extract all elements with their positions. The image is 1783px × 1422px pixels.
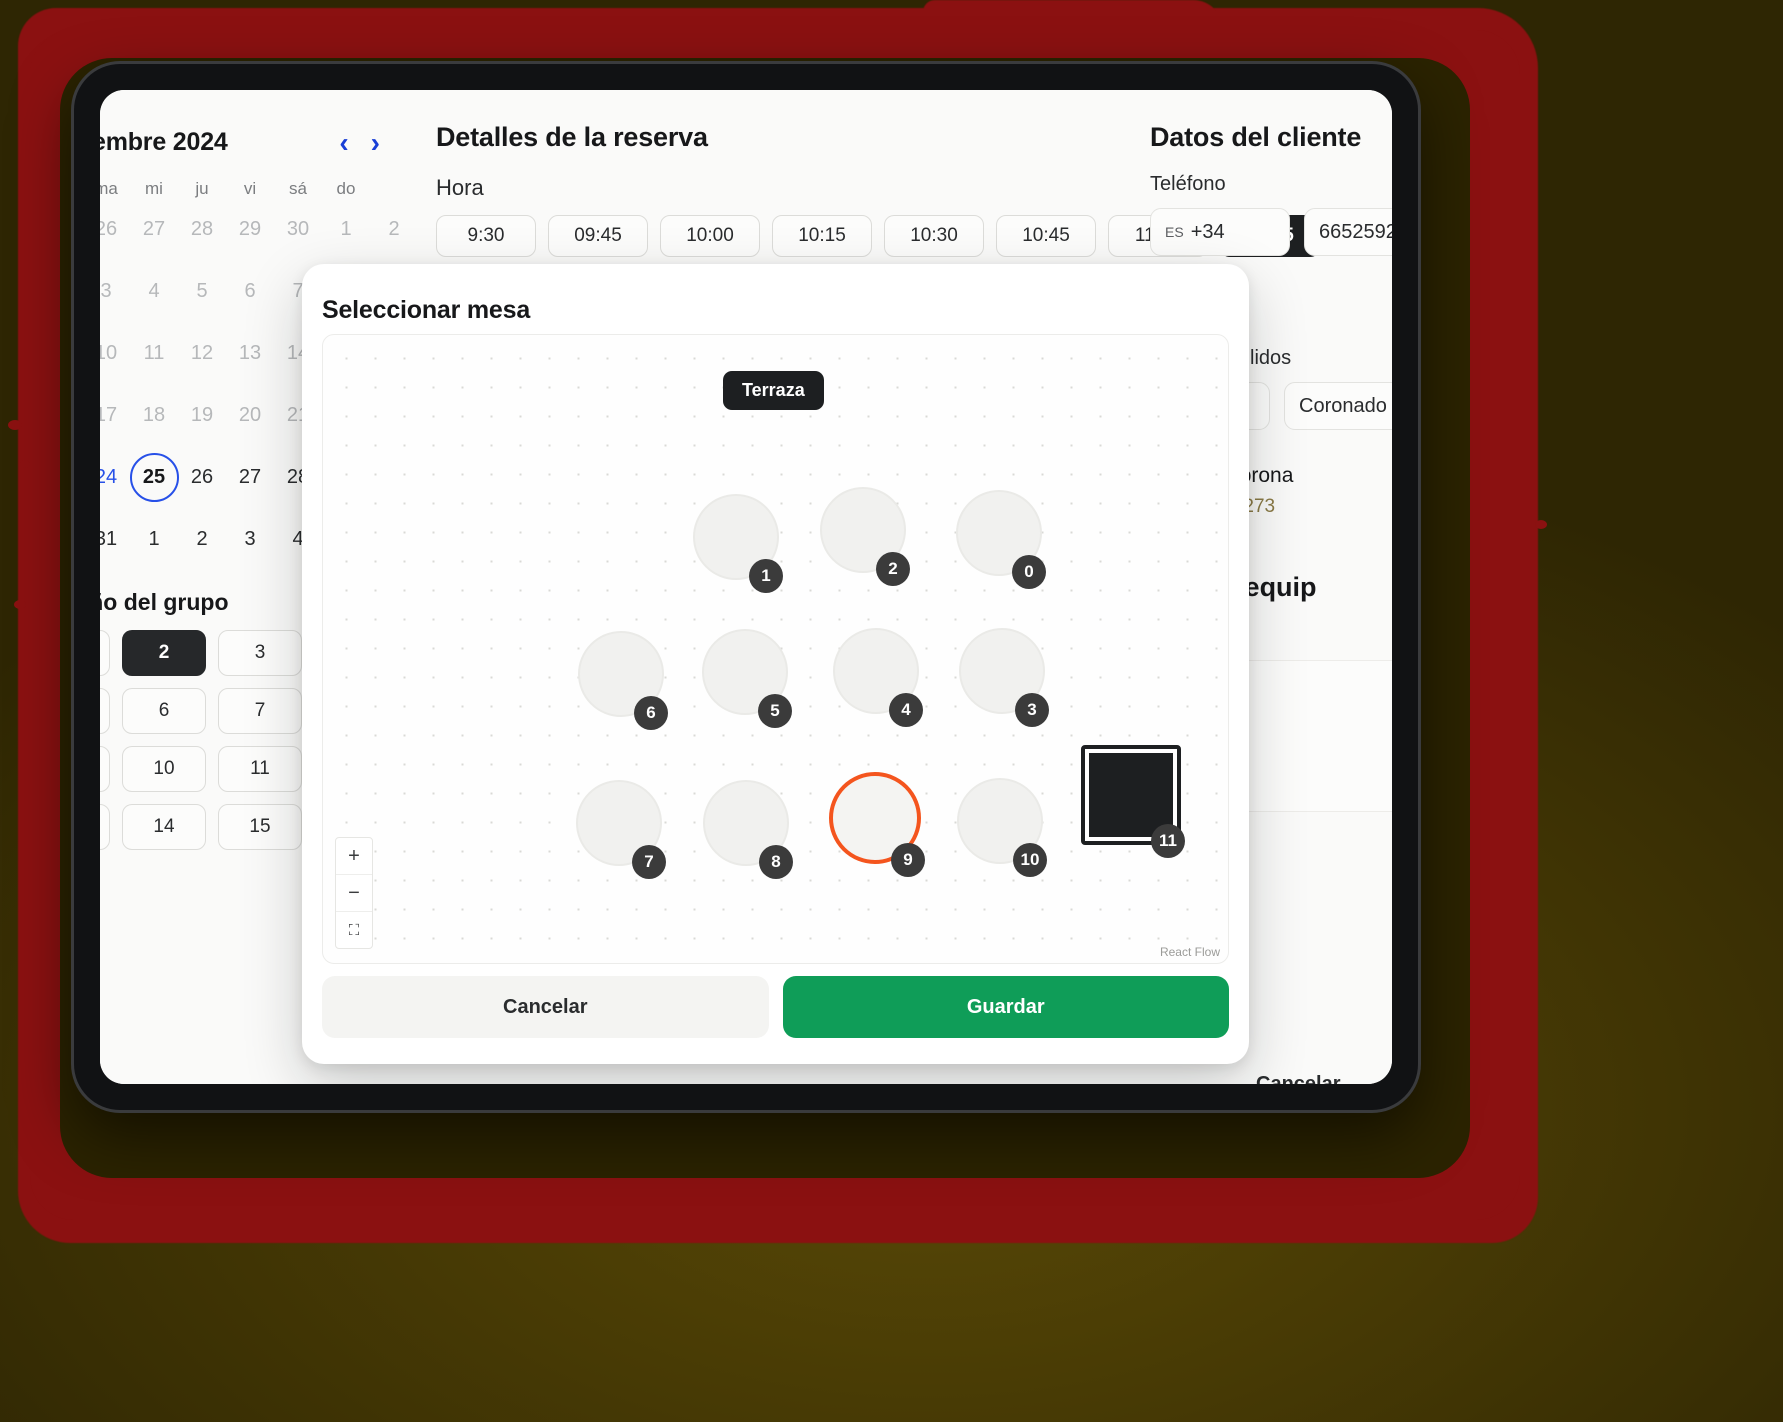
tablet-device: embre 2024 ‹ › ma mi ju vi sá do 26 27 28 2… [74,64,1418,1110]
zoom-in-button[interactable]: + [336,838,372,875]
zone-label-terraza[interactable]: Terraza [723,371,824,410]
table-number-badge: 1 [749,559,783,593]
table-node[interactable]: 3 [959,628,1049,727]
floor-plan-canvas[interactable]: Terraza + − ⛶ React Flow 1 2 0 6 5 4 3 7 8 9 10 11 [322,334,1229,964]
modal-cancel-button[interactable]: Cancelar [322,976,769,1038]
table-node[interactable]: 9 [829,772,925,877]
paint-speck [14,600,26,609]
table-number-badge: 0 [1012,555,1046,589]
table-number-badge: 9 [891,843,925,877]
table-number-badge: 3 [1015,693,1049,727]
paint-speck [20,460,30,468]
paint-speck [8,420,22,430]
table-node[interactable]: 2 [820,487,910,586]
modal-title: Seleccionar mesa [322,296,531,324]
table-node[interactable]: 10 [957,778,1047,877]
table-node[interactable]: 0 [956,490,1046,589]
table-node[interactable]: 11 [1081,745,1185,858]
table-number-badge: 7 [632,845,666,879]
table-node[interactable]: 8 [703,780,793,879]
table-node[interactable]: 4 [833,628,923,727]
tablet-screen: embre 2024 ‹ › ma mi ju vi sá do 26 27 28 2… [100,90,1392,1084]
table-number-badge: 10 [1013,843,1047,877]
react-flow-attribution[interactable]: React Flow [1160,945,1220,959]
table-node[interactable]: 7 [576,780,666,879]
modal-save-button[interactable]: Guardar [782,976,1229,1038]
table-node[interactable]: 6 [578,631,668,730]
canvas-controls: + − ⛶ [335,837,373,949]
paint-speck [1535,520,1547,529]
table-number-badge: 11 [1151,824,1185,858]
zoom-out-button[interactable]: − [336,875,372,912]
table-number-badge: 5 [758,694,792,728]
table-number-badge: 4 [889,693,923,727]
table-number-badge: 8 [759,845,793,879]
fit-view-button[interactable]: ⛶ [336,912,372,948]
modal-footer: Cancelar Guardar [322,976,1229,1038]
table-number-badge: 2 [876,552,910,586]
table-node[interactable]: 5 [702,629,792,728]
table-node[interactable]: 1 [693,494,783,593]
select-table-modal: Seleccionar mesa Terraza + − ⛶ React Flo… [302,264,1249,1064]
table-number-badge: 6 [634,696,668,730]
